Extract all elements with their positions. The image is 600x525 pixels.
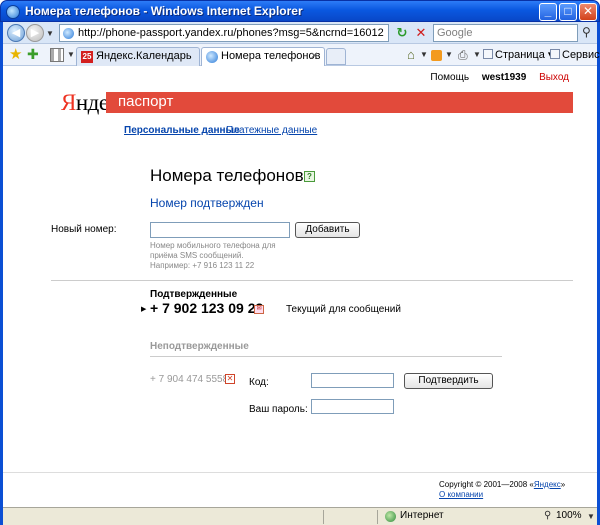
print-dropdown-icon[interactable]: ▼ [473,47,481,63]
logo-first-letter: Я [61,90,76,115]
password-label: Ваш пароль: [249,404,308,415]
confirmed-heading: Подтвержденные [150,289,238,300]
unconfirmed-heading: Неподтвержденные [150,341,249,352]
page-menu-label: Страница [495,49,545,61]
code-label: Код: [249,377,269,388]
username-link[interactable]: west1939 [482,72,526,83]
help-icon[interactable]: ? [304,171,315,182]
recent-pages-dropdown-icon[interactable]: ▼ [46,29,54,38]
logout-link[interactable]: Выход [539,72,569,83]
search-icon[interactable]: ⚲ [582,25,596,41]
new-number-label: Новый номер: [51,224,117,235]
tab-close-icon[interactable]: ✕ [310,48,318,65]
page-icon [483,49,493,59]
calendar-icon: 25 [81,51,93,63]
help-link[interactable]: Помощь [430,72,469,83]
tab-label: Яндекс.Календарь [96,50,192,62]
add-favorite-icon[interactable]: ✚ [27,46,39,63]
zoom-dropdown-icon[interactable]: ▼ [587,512,595,521]
new-number-field[interactable] [150,222,290,238]
page-content: Помощь west1939 Выход Яндекс паспорт Пер… [3,67,597,507]
add-button[interactable]: Добавить [295,222,360,238]
copyright-prefix: Copyright © 2001—2008 « [439,480,534,489]
sms-icon[interactable]: ✉ [254,305,264,314]
search-input[interactable]: Google [433,24,578,42]
tab-calendar[interactable]: 25 Яндекс.Календарь [76,47,200,66]
user-links: Помощь west1939 Выход [430,72,569,83]
section-divider [51,280,573,281]
maximize-button[interactable]: □ [559,3,577,21]
refresh-icon[interactable]: ↻ [394,25,410,41]
print-icon[interactable]: ⎙ [458,47,468,63]
tools-menu[interactable]: Сервис ▾ [550,47,600,63]
status-message: Номер подтвержден [150,196,264,210]
footer-divider [3,472,597,473]
current-for-messages-label: Текущий для сообщений [286,304,401,315]
page-menu[interactable]: Страница ▾ [483,47,553,63]
zone-label: Интернет [400,510,444,521]
verify-button[interactable]: Подтвердить [404,373,493,389]
tab-label: Номера телефонов [221,50,321,62]
page-icon [63,28,74,39]
about-link[interactable]: О компании [439,490,483,499]
tab-list-dropdown-icon[interactable]: ▼ [67,50,75,59]
status-separator [323,510,324,524]
password-field[interactable] [311,399,394,414]
window-title: Номера телефонов - Windows Internet Expl… [25,4,303,18]
gear-icon [550,49,560,59]
search-placeholder: Google [437,27,473,39]
ie-page-icon [206,51,218,63]
section-divider [150,356,502,357]
service-name: паспорт [118,93,174,110]
zoom-icon[interactable]: ⚲ [544,510,551,521]
address-url[interactable]: http://phone-passport.yandex.ru/phones?m… [78,27,384,39]
unconfirmed-number: + 7 904 474 5558 [150,374,229,385]
feeds-dropdown-icon[interactable]: ▼ [445,47,453,63]
title-bar[interactable]: Номера телефонов - Windows Internet Expl… [0,0,600,22]
minimize-button[interactable]: _ [539,3,557,21]
home-dropdown-icon[interactable]: ▼ [420,47,428,63]
copyright-suffix: » [560,480,566,489]
address-toolbar: ◀ ▶ ▼ http://phone-passport.yandex.ru/ph… [3,22,597,44]
favorites-star-icon[interactable]: ★ [9,46,22,63]
ie-icon [6,5,20,19]
tools-menu-label: Сервис [562,49,600,61]
delete-icon[interactable]: ✕ [225,374,235,384]
feeds-icon[interactable] [431,50,442,61]
service-banner: паспорт [106,92,573,113]
status-bar: Интернет ⚲ 100% ▼ [3,507,597,525]
stop-icon[interactable]: ✕ [413,25,429,41]
zoom-level[interactable]: 100% [556,510,582,521]
forward-button[interactable]: ▶ [26,24,44,42]
tab-personal-data[interactable]: Персональные данные [124,125,240,136]
new-tab-button[interactable] [326,48,346,65]
yandex-link[interactable]: Яндекс [534,480,561,489]
tab-toolbar: ★ ✚ ▼ 25 Яндекс.Календарь Номера телефон… [3,44,600,66]
address-bar[interactable]: http://phone-passport.yandex.ru/phones?m… [59,24,442,42]
copyright: Copyright © 2001—2008 «Яндекс» [439,480,565,489]
tab-payment-data[interactable]: Платежные данные [226,125,317,136]
quick-tabs-icon[interactable] [50,48,64,62]
page-title: Номера телефонов [150,166,304,185]
number-hint: Номер мобильного телефона для приёма SMS… [150,241,276,270]
confirmed-number: + 7 902 123 09 23 [150,300,264,316]
back-button[interactable]: ◀ [7,24,25,42]
home-icon[interactable]: ⌂ [407,47,415,63]
close-button[interactable]: ✕ [579,3,597,21]
current-arrow-icon: ▶ [141,306,147,313]
globe-icon [385,511,396,522]
tab-phones[interactable]: Номера телефонов ✕ [201,47,325,66]
code-field[interactable] [311,373,394,388]
